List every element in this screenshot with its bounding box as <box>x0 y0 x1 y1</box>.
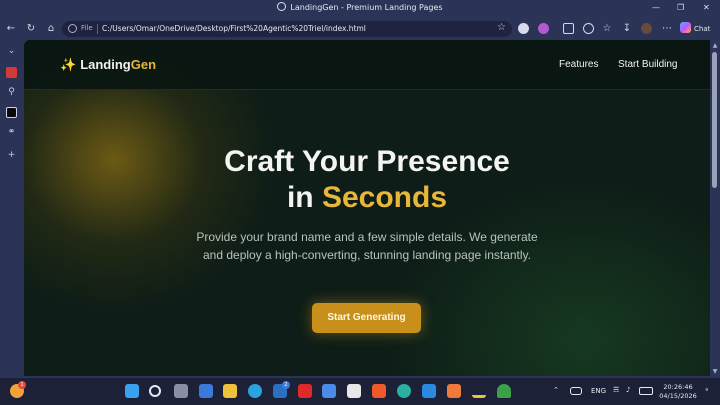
task-view-icon[interactable] <box>174 384 188 398</box>
add-icon[interactable]: + <box>6 150 17 161</box>
hero-title-line2: in Seconds <box>24 180 710 216</box>
page-scrollbar[interactable]: ▲ ▼ <box>710 40 720 378</box>
youtube-icon[interactable] <box>298 384 312 398</box>
browser-sidebar: ⌄ ⚲ ⚭ + <box>0 40 24 378</box>
volume-icon[interactable]: ♪ <box>626 386 630 394</box>
brave-icon[interactable] <box>372 384 386 398</box>
chat-label: Chat <box>694 25 711 33</box>
window-title: LandingGen - Premium Landing Pages <box>0 2 720 12</box>
address-separator <box>97 24 98 34</box>
file-explorer-icon[interactable] <box>223 384 237 398</box>
outlook-icon[interactable] <box>322 384 336 398</box>
telegram-icon[interactable] <box>248 384 262 398</box>
address-scheme-label: File <box>81 24 93 32</box>
app-dark-icon[interactable] <box>6 107 17 118</box>
window-title-bar: LandingGen - Premium Landing Pages — ❐ ✕ <box>0 0 720 18</box>
favorite-star-icon[interactable]: ☆ <box>497 22 506 33</box>
notification-bell-icon[interactable]: ⚬ <box>704 386 710 394</box>
more-options-icon[interactable]: ⋯ <box>660 22 674 36</box>
back-arrow-icon[interactable]: ← <box>4 22 18 36</box>
scroll-up-arrow-icon[interactable]: ▲ <box>712 42 718 49</box>
hero-title: Craft Your Presence in Seconds <box>24 144 710 216</box>
browser-toolbar: ← ↻ ⌂ File C:/Users/Omar/OneDrive/Deskto… <box>0 18 720 40</box>
taskbar-search-icon[interactable] <box>149 385 161 397</box>
logo-text: Landing <box>80 57 131 72</box>
hero-title-line1: Craft Your Presence <box>224 145 510 178</box>
page-viewport: ✨ LandingGen Features Start Building Craf… <box>24 40 710 376</box>
taskbar-clock[interactable]: 20:26:46 04/15/2026 <box>656 383 700 401</box>
refresh-icon[interactable]: ↻ <box>24 22 38 36</box>
chevron-down-icon[interactable]: ⌄ <box>6 46 17 57</box>
language-indicator[interactable]: ENG <box>591 387 606 395</box>
vscode-icon[interactable] <box>422 384 436 398</box>
app-a-icon[interactable] <box>472 384 486 398</box>
site-navbar: ✨ LandingGen Features Start Building <box>24 40 710 90</box>
address-url[interactable]: C:/Users/Omar/OneDrive/Desktop/First%20A… <box>102 24 366 33</box>
windows-taskbar: 1 2 ⌃ ENG ☴ ♪ 20:26:46 04/15/2026 ⚬ <box>0 378 720 405</box>
keyboard-icon[interactable] <box>570 387 582 395</box>
hero-title-accent: Seconds <box>321 181 448 214</box>
linkedin-badge: 2 <box>282 381 290 389</box>
store-icon[interactable] <box>199 384 213 398</box>
app-red-icon[interactable] <box>6 67 17 78</box>
hero-title-prefix: in <box>286 181 322 214</box>
sparkle-icon: ✨ <box>60 57 77 72</box>
nav-link-start-building[interactable]: Start Building <box>618 59 677 70</box>
globe-icon <box>277 2 287 11</box>
app-green-icon[interactable] <box>497 384 511 398</box>
windows-start-icon[interactable] <box>125 384 139 398</box>
battery-icon[interactable] <box>639 387 653 395</box>
hero-subtitle: Provide your brand name and a few simple… <box>196 230 538 262</box>
restore-button[interactable]: ❐ <box>677 3 684 12</box>
wifi-icon[interactable]: ☴ <box>613 386 619 394</box>
close-button[interactable]: ✕ <box>703 3 710 12</box>
extension-purple-icon[interactable] <box>538 23 549 34</box>
logo-accent: Gen <box>130 57 157 72</box>
gmail-icon[interactable] <box>347 384 361 398</box>
address-bar[interactable]: File C:/Users/Omar/OneDrive/Desktop/Firs… <box>62 21 512 37</box>
split-screen-icon[interactable] <box>563 23 574 34</box>
copilot-chat-button[interactable]: Chat <box>680 21 716 37</box>
scroll-down-arrow-icon[interactable]: ▼ <box>712 368 718 375</box>
copilot-icon <box>680 22 691 33</box>
info-icon[interactable] <box>68 24 77 33</box>
minimize-button[interactable]: — <box>652 3 660 12</box>
edge-icon[interactable] <box>397 384 411 398</box>
nav-link-features[interactable]: Features <box>559 59 598 70</box>
clock-date: 04/15/2026 <box>659 392 697 400</box>
search-icon[interactable]: ⚲ <box>6 87 17 98</box>
globe-sidebar-icon[interactable]: ⚭ <box>6 127 17 138</box>
scroll-thumb[interactable] <box>712 52 717 188</box>
profile-avatar[interactable] <box>641 23 652 34</box>
start-badge: 1 <box>18 381 26 389</box>
extension-a-icon[interactable] <box>518 23 529 34</box>
favorites-icon[interactable]: ☆ <box>600 22 614 36</box>
clock-time: 20:26:46 <box>663 383 693 391</box>
tab-actions-icon[interactable] <box>583 23 594 34</box>
home-icon[interactable]: ⌂ <box>44 22 58 36</box>
start-generating-button[interactable]: Start Generating <box>312 303 421 333</box>
app-orange-icon[interactable] <box>447 384 461 398</box>
window-title-text: LandingGen - Premium Landing Pages <box>290 3 443 12</box>
downloads-icon[interactable]: ↧ <box>620 22 634 36</box>
tray-chevron-icon[interactable]: ⌃ <box>553 386 559 394</box>
site-logo[interactable]: ✨ LandingGen <box>60 57 156 73</box>
